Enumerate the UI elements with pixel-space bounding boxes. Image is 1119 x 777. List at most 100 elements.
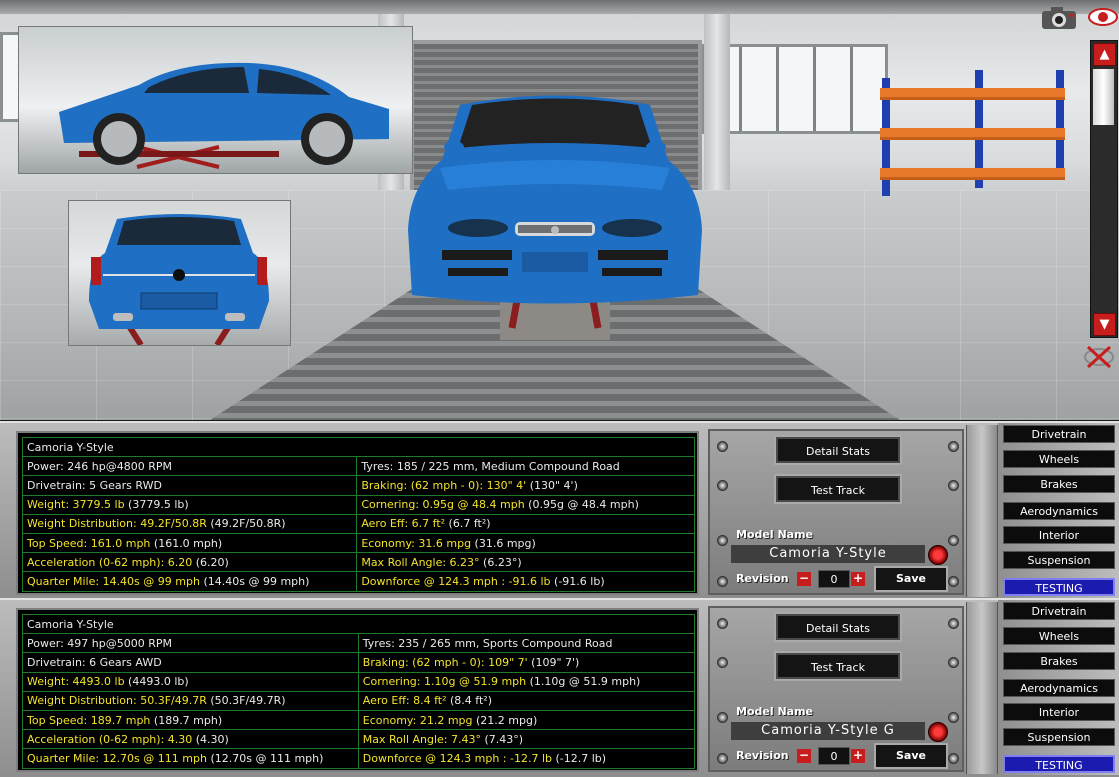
stat-left: Drivetrain: 5 Gears RWD — [21, 475, 358, 496]
menu-item-drivetrain[interactable]: Drivetrain — [1003, 425, 1115, 443]
stat-left: Weight Distribution: 50.3F/49.7R (50.3F/… — [22, 690, 359, 711]
stats-row: Drivetrain: 6 Gears AWD Braking: (62 mph … — [22, 652, 696, 673]
stat-left: Top Speed: 189.7 mph (189.7 mph) — [22, 709, 359, 731]
test-track-button[interactable]: Test Track — [774, 651, 902, 681]
camera-icon[interactable] — [1041, 6, 1077, 30]
stat-right: Downforce @ 124.3 mph : -91.6 lb (-91.6 … — [356, 571, 695, 592]
rename-icon[interactable] — [928, 722, 948, 742]
stats-row: Quarter Mile: 12.70s @ 111 mph (12.70s @… — [22, 748, 696, 769]
test-track-button[interactable]: Test Track — [774, 474, 902, 504]
stat-right: Braking: (62 mph - 0): 130" 4' (130" 4') — [356, 475, 695, 496]
stat-right: Downforce @ 124.3 mph : -12.7 lb (-12.7 … — [357, 748, 696, 769]
stat-value: Tyres: 235 / 265 mm, Sports Compound Roa… — [362, 636, 613, 650]
menu-item-suspension[interactable]: Suspension — [1003, 728, 1115, 746]
stat-value: Weight: 3779.5 lb — [27, 498, 125, 512]
stat-value: Braking: (62 mph - 0): 130" 4' — [361, 478, 527, 492]
stat-right: Tyres: 235 / 265 mm, Sports Compound Roa… — [357, 633, 696, 654]
stat-baseline: (-91.6 lb) — [550, 574, 605, 588]
stat-baseline: (-12.7 lb) — [552, 751, 607, 765]
stat-right: Economy: 21.2 mpg (21.2 mpg) — [357, 709, 696, 731]
model-name-field[interactable]: Camoria Y-Style G — [731, 722, 925, 740]
stat-value: Acceleration (0-62 mph): 4.30 — [27, 732, 193, 746]
rename-icon[interactable] — [928, 545, 948, 565]
stat-baseline: (6.20) — [192, 555, 229, 569]
save-button[interactable]: Save — [874, 743, 948, 769]
stats-table: Camoria Y-Style Power: 497 hp@5000 RPM Ty… — [16, 608, 699, 772]
stat-baseline: (21.2 mpg) — [472, 713, 538, 727]
stats-row: Acceleration (0-62 mph): 4.30 (4.30) Max … — [22, 729, 696, 750]
menu-item-testing[interactable]: TESTING — [1003, 755, 1115, 773]
detail-stats-button[interactable]: Detail Stats — [774, 612, 902, 642]
stat-value: Economy: 31.6 mpg — [361, 536, 472, 550]
menu-item-aerodynamics[interactable]: Aerodynamics — [1003, 502, 1115, 520]
stat-value: Quarter Mile: 14.40s @ 99 mph — [27, 574, 200, 588]
menu-item-aerodynamics[interactable]: Aerodynamics — [1003, 679, 1115, 697]
model-controls: Detail Stats Test Track Model Name Camor… — [708, 606, 964, 772]
stat-value: Economy: 21.2 mpg — [362, 713, 473, 727]
menu-item-brakes[interactable]: Brakes — [1003, 652, 1115, 670]
menu-item-brakes[interactable]: Brakes — [1003, 475, 1115, 493]
stat-value: Weight Distribution: 49.2F/50.8R — [27, 517, 207, 531]
stat-left: Acceleration (0-62 mph): 4.30 (4.30) — [22, 729, 359, 750]
stat-value: Weight Distribution: 50.3F/49.7R — [27, 694, 207, 708]
stat-right: Cornering: 0.95g @ 48.4 mph (0.95g @ 48.… — [356, 494, 695, 515]
stat-baseline: (6.7 ft²) — [445, 517, 491, 531]
stat-left: Weight: 4493.0 lb (4493.0 lb) — [22, 671, 359, 692]
stat-right: Cornering: 1.10g @ 51.9 mph (1.10g @ 51.… — [357, 671, 696, 692]
stat-baseline: (8.4 ft²) — [446, 694, 492, 708]
model-name-label: Model Name — [736, 528, 813, 541]
model-name-field[interactable]: Camoria Y-Style — [731, 545, 925, 563]
scroll-down-button[interactable]: ▼ — [1093, 313, 1116, 336]
stat-value: Power: 246 hp@4800 RPM — [27, 459, 172, 473]
stat-value: Power: 497 hp@5000 RPM — [27, 636, 172, 650]
rear-view-thumbnail[interactable] — [68, 200, 291, 346]
stats-row: Weight: 3779.5 lb (3779.5 lb) Cornering: … — [21, 494, 695, 515]
revision-decrement-button[interactable]: − — [797, 572, 811, 586]
stat-left: Quarter Mile: 12.70s @ 111 mph (12.70s @… — [22, 748, 359, 769]
menu-item-interior[interactable]: Interior — [1003, 526, 1115, 544]
revision-increment-button[interactable]: + — [851, 572, 865, 586]
menu-item-interior[interactable]: Interior — [1003, 703, 1115, 721]
save-button[interactable]: Save — [874, 566, 948, 592]
stat-right: Max Roll Angle: 6.23° (6.23°) — [356, 552, 695, 573]
stat-right: Braking: (62 mph - 0): 109" 7' (109" 7') — [357, 652, 696, 673]
stat-left: Drivetrain: 6 Gears AWD — [22, 652, 359, 673]
menu-item-suspension[interactable]: Suspension — [1003, 551, 1115, 569]
stats-panel-1: Camoria Y-Style Power: 246 hp@4800 RPM Ty… — [0, 421, 1119, 598]
eye-icon[interactable] — [1088, 6, 1118, 28]
detail-stats-button[interactable]: Detail Stats — [774, 435, 902, 465]
revision-decrement-button[interactable]: − — [797, 749, 811, 763]
stat-right: Tyres: 185 / 225 mm, Medium Compound Roa… — [356, 456, 695, 477]
stat-left: Quarter Mile: 14.40s @ 99 mph (14.40s @ … — [21, 571, 358, 592]
scroll-thumb[interactable] — [1093, 69, 1114, 125]
stat-value: Aero Eff: 6.7 ft² — [361, 517, 446, 531]
stat-baseline: (6.23°) — [479, 555, 522, 569]
revision-value: 0 — [818, 747, 850, 765]
revision-increment-button[interactable]: + — [851, 749, 865, 763]
scroll-up-button[interactable]: ▲ — [1093, 43, 1116, 66]
stat-value: Drivetrain: 5 Gears RWD — [27, 478, 162, 492]
menu-item-wheels[interactable]: Wheels — [1003, 450, 1115, 468]
stat-value: Tyres: 185 / 225 mm, Medium Compound Roa… — [361, 459, 620, 473]
stat-value: Top Speed: 189.7 mph — [27, 713, 151, 727]
close-view-icon[interactable] — [1082, 344, 1116, 370]
car-title: Camoria Y-Style — [22, 436, 695, 458]
stats-row: Weight: 4493.0 lb (4493.0 lb) Cornering: … — [22, 671, 696, 692]
stats-row: Drivetrain: 5 Gears RWD Braking: (62 mph … — [21, 475, 695, 496]
view-scrollbar[interactable]: ▲ ▼ — [1090, 40, 1118, 338]
stat-baseline: (0.95g @ 48.4 mph) — [524, 498, 639, 512]
stat-value: Aero Eff: 8.4 ft² — [362, 694, 447, 708]
stat-left: Top Speed: 161.0 mph (161.0 mph) — [21, 532, 358, 554]
menu-item-wheels[interactable]: Wheels — [1003, 627, 1115, 645]
stat-value: Cornering: 1.10g @ 51.9 mph — [362, 675, 527, 689]
side-view-thumbnail[interactable] — [18, 26, 413, 174]
stat-left: Weight Distribution: 49.2F/50.8R (49.2F/… — [21, 513, 358, 534]
car-viewport[interactable]: ▲ ▼ — [0, 0, 1119, 420]
ceiling — [0, 0, 1119, 14]
stat-value: Braking: (62 mph - 0): 109" 7' — [362, 655, 528, 669]
stat-baseline: (14.40s @ 99 mph) — [199, 574, 310, 588]
stat-right: Max Roll Angle: 7.43° (7.43°) — [357, 729, 696, 750]
menu-item-testing[interactable]: TESTING — [1003, 578, 1115, 596]
menu-item-drivetrain[interactable]: Drivetrain — [1003, 602, 1115, 620]
stat-value: Max Roll Angle: 6.23° — [361, 555, 480, 569]
